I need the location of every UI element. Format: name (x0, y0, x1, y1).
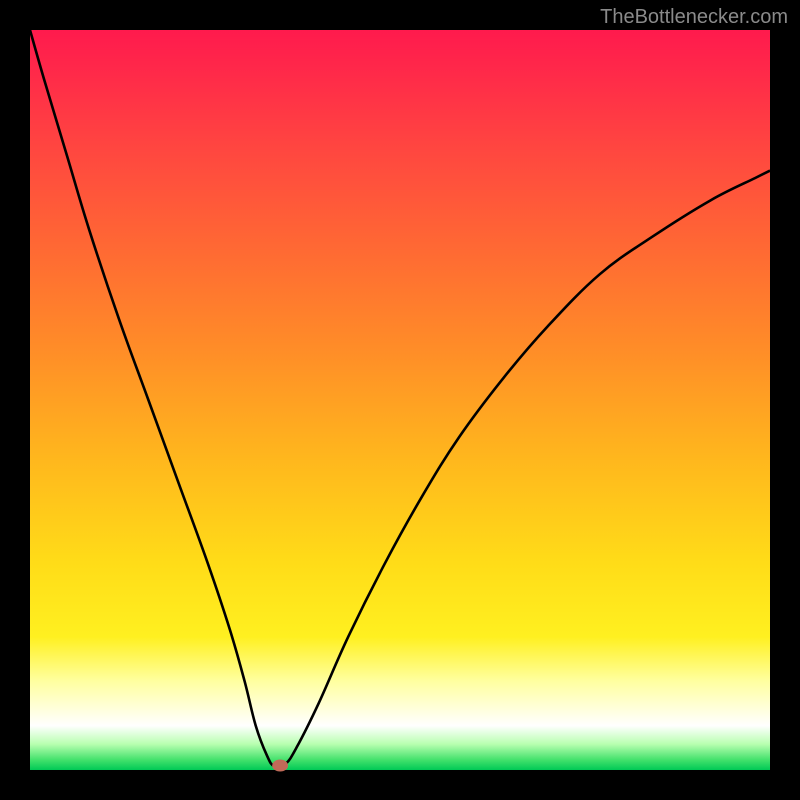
bottleneck-curve (30, 30, 770, 767)
watermark-text: TheBottlenecker.com (600, 6, 788, 29)
curve-layer (30, 30, 770, 770)
chart-frame: TheBottlenecker.com (0, 0, 800, 800)
optimum-marker (272, 760, 288, 772)
